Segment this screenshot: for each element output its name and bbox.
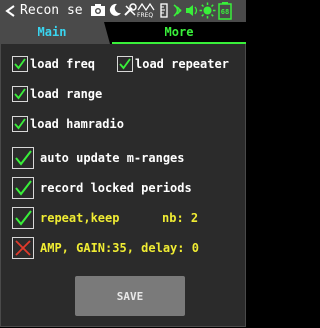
amp-gain-checkbox[interactable] — [12, 237, 34, 259]
app-title: Recon se — [20, 3, 83, 18]
check-icon — [15, 180, 32, 196]
check-icon — [14, 118, 26, 130]
tools-icon[interactable] — [123, 3, 137, 17]
repeat-keep-checkbox[interactable] — [12, 207, 34, 229]
cross-icon — [15, 240, 31, 256]
ruler-icon[interactable] — [157, 3, 171, 18]
load-range-label: load range — [30, 87, 103, 101]
camera-icon[interactable] — [90, 3, 106, 17]
load-range-checkbox[interactable] — [12, 86, 28, 102]
title-bar: Recon se FREQ 68 — [0, 0, 246, 22]
check-icon — [15, 150, 32, 166]
tab-main-label: Main — [37, 25, 67, 39]
repeat-nb-label: nb: 2 — [162, 211, 199, 225]
tab-bar: Main More — [0, 22, 246, 44]
load-repeater-checkbox[interactable] — [117, 56, 133, 72]
load-repeater-label: load repeater — [135, 57, 229, 71]
battery-level: 68 — [220, 8, 230, 16]
load-freq-checkbox[interactable] — [12, 56, 28, 72]
back-arrow-icon[interactable] — [4, 5, 16, 17]
freq-icon-label: FREQ — [137, 12, 154, 19]
freq-icon[interactable]: FREQ — [137, 2, 155, 20]
wifi-icon[interactable] — [172, 3, 184, 18]
repeat-keep-label: repeat,keep — [40, 211, 120, 225]
sun-icon[interactable] — [199, 2, 216, 19]
moon-icon[interactable] — [108, 3, 122, 17]
save-button[interactable]: SAVE — [75, 276, 185, 316]
load-hamradio-label: load hamradio — [30, 117, 124, 131]
tab-main[interactable]: Main — [0, 22, 110, 44]
check-icon — [119, 58, 131, 70]
record-locked-checkbox[interactable] — [12, 177, 34, 199]
auto-update-checkbox[interactable] — [12, 147, 34, 169]
record-locked-label: record locked periods — [40, 181, 192, 195]
battery-icon: 68 — [218, 2, 232, 20]
volume-icon[interactable] — [185, 3, 199, 18]
tab-more[interactable]: More — [130, 25, 228, 39]
check-icon — [15, 210, 32, 226]
load-hamradio-checkbox[interactable] — [12, 116, 28, 132]
auto-update-label: auto update m-ranges — [40, 151, 185, 165]
check-icon — [14, 58, 26, 70]
check-icon — [14, 88, 26, 100]
load-freq-label: load freq — [30, 57, 96, 71]
amp-gain-label: AMP, GAIN:35, delay: 0 — [40, 241, 199, 255]
